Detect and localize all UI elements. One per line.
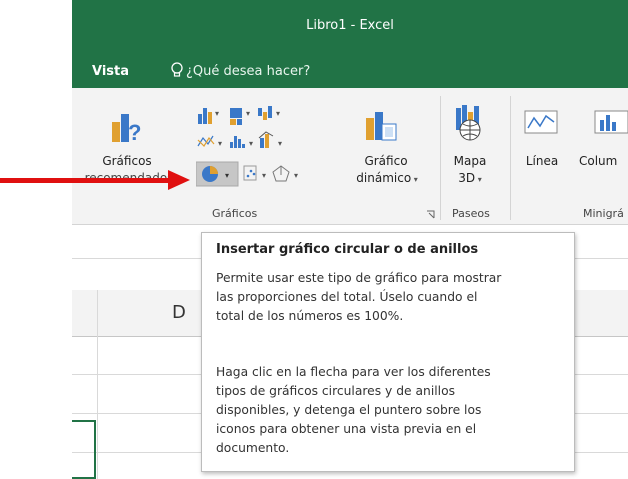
hierarchy-chart-icon (230, 108, 242, 125)
recommended-charts-label[interactable]: Gráficos (92, 153, 162, 170)
group-label-tours: Paseos (452, 207, 490, 220)
svg-text:▾: ▾ (276, 109, 280, 118)
chart-type-buttons: ▾ ▾ ▾ ▾ ▾ ▾ ▾ ▾ ▾ (196, 106, 298, 187)
selected-cell[interactable] (72, 420, 96, 479)
radar-chart-icon (272, 165, 290, 182)
svg-text:▾: ▾ (215, 109, 219, 118)
pie-chart-icon (202, 166, 218, 182)
tooltip-paragraph-1: Permite usar este tipo de gráfico para m… (216, 271, 502, 323)
group-divider (440, 96, 441, 220)
sparkline-line-icon[interactable] (524, 108, 558, 136)
tooltip: Insertar gráfico circular o de anillos P… (201, 232, 575, 472)
line-chart-icon (197, 135, 215, 147)
svg-text:▾: ▾ (225, 171, 229, 180)
annotation-arrow-head (168, 170, 190, 190)
window-title: Libro1 - Excel (306, 18, 394, 33)
statistic-chart-icon (230, 136, 245, 148)
sparkline-column-label[interactable]: Colum (579, 153, 628, 170)
svg-text:▾: ▾ (246, 109, 250, 118)
svg-text:?: ? (128, 120, 141, 145)
column-line (97, 290, 98, 479)
group-label-sparklines: Minigrá (583, 207, 624, 220)
group-label-charts: Gráficos (212, 207, 258, 220)
column-chart-icon (198, 108, 212, 124)
tooltip-paragraph-2: Haga clic en la flecha para ver los dife… (216, 365, 491, 455)
svg-text:▾: ▾ (249, 139, 253, 148)
waterfall-chart-icon (258, 106, 272, 120)
sparkline-line-label[interactable]: Línea (522, 153, 562, 170)
map-3d-icon[interactable] (454, 104, 484, 144)
sparkline-column-icon[interactable] (594, 108, 628, 136)
pivot-chart-label-2[interactable]: dinámico ▾ (342, 170, 432, 188)
column-header-d[interactable]: D (172, 302, 186, 323)
lightbulb-icon (171, 62, 183, 77)
svg-text:▾: ▾ (294, 171, 298, 180)
svg-text:▾: ▾ (262, 171, 266, 180)
svg-text:▾: ▾ (278, 139, 282, 148)
scatter-chart-icon (243, 165, 257, 181)
map-3d-label[interactable]: Mapa (446, 153, 494, 170)
pivot-chart-icon[interactable] (362, 108, 400, 144)
tab-view[interactable]: Vista (92, 64, 129, 79)
annotation-arrow (0, 178, 170, 183)
tooltip-title: Insertar gráfico circular o de anillos (216, 242, 479, 257)
dialog-launcher-icon[interactable] (426, 210, 435, 219)
pivot-chart-label[interactable]: Gráfico (346, 153, 426, 170)
svg-text:▾: ▾ (218, 139, 222, 148)
combo-chart-icon (258, 131, 274, 148)
recommended-charts-icon[interactable]: ? (108, 108, 148, 148)
map-3d-label-2[interactable]: 3D ▾ (446, 170, 494, 188)
group-divider (510, 96, 511, 220)
tell-me-search[interactable]: ¿Qué desea hacer? (186, 64, 310, 79)
tab-bar (72, 58, 628, 88)
